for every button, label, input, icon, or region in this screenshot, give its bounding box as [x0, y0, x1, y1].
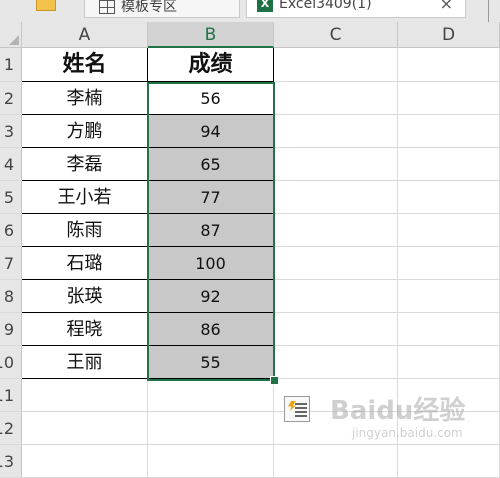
name-cell[interactable]: 石璐 [22, 247, 148, 280]
template-grid-icon [99, 0, 115, 14]
score-cell[interactable]: 65 [148, 148, 274, 181]
select-all-corner[interactable] [0, 22, 22, 48]
empty-cell[interactable] [398, 214, 500, 247]
empty-cell[interactable] [148, 412, 274, 445]
column-header-c[interactable]: C [274, 22, 398, 48]
empty-cell[interactable] [274, 82, 398, 115]
score-cell[interactable]: 92 [148, 280, 274, 313]
score-cell[interactable]: 94 [148, 115, 274, 148]
empty-cell[interactable] [398, 48, 500, 82]
name-cell[interactable]: 方鹏 [22, 115, 148, 148]
empty-cell[interactable] [398, 82, 500, 115]
column-header-a[interactable]: A [22, 22, 148, 48]
tab-bar: 模板专区 X Excel3409(1) × [0, 0, 500, 23]
empty-cell[interactable] [398, 148, 500, 181]
row-number: 12 [0, 419, 14, 438]
empty-cell[interactable] [148, 379, 274, 412]
empty-cell[interactable] [274, 214, 398, 247]
score-cell[interactable]: 86 [148, 313, 274, 346]
row-number: 7 [3, 254, 14, 273]
name-cell[interactable]: 陈雨 [22, 214, 148, 247]
name-cell[interactable]: 王小若 [22, 181, 148, 214]
empty-cell[interactable] [398, 346, 500, 379]
row-header-4[interactable]: 4 [0, 148, 22, 181]
row-header-9[interactable]: 9 [0, 313, 22, 346]
tab-workbook[interactable]: X Excel3409(1) × [246, 0, 466, 18]
empty-cell[interactable] [398, 181, 500, 214]
empty-cell[interactable] [274, 181, 398, 214]
empty-cell[interactable] [274, 115, 398, 148]
empty-cell[interactable] [398, 445, 500, 478]
empty-cell[interactable] [274, 346, 398, 379]
empty-cell[interactable] [274, 148, 398, 181]
header-cell-name[interactable]: 姓名 [22, 48, 148, 82]
row-header-7[interactable]: 7 [0, 247, 22, 280]
header-cell-score[interactable]: 成绩 [148, 48, 274, 82]
name-cell[interactable]: 张瑛 [22, 280, 148, 313]
row-number: 3 [3, 122, 14, 141]
row-header-10[interactable]: 10 [0, 346, 22, 379]
row-header-12[interactable]: 12 [0, 412, 22, 445]
empty-cell[interactable] [274, 313, 398, 346]
excel-icon: X [257, 0, 273, 12]
row-header-3[interactable]: 3 [0, 115, 22, 148]
row-header-11[interactable]: 11 [0, 379, 22, 412]
empty-cell[interactable] [398, 280, 500, 313]
empty-cell[interactable] [274, 48, 398, 82]
score-cell[interactable]: 55 [148, 346, 274, 379]
score-cell[interactable]: 77 [148, 181, 274, 214]
folder-icon[interactable] [36, 0, 56, 11]
empty-cell[interactable] [274, 445, 398, 478]
empty-cell[interactable] [22, 412, 148, 445]
tab-divider [488, 0, 489, 22]
empty-cell[interactable] [274, 280, 398, 313]
row-number: 9 [3, 320, 14, 339]
row-header-13[interactable]: 13 [0, 445, 22, 478]
row-number: 2 [3, 89, 14, 108]
tab-workbook-label: Excel3409(1) [279, 0, 372, 12]
empty-cell[interactable] [398, 379, 500, 412]
row-header-6[interactable]: 6 [0, 214, 22, 247]
row-header-8[interactable]: 8 [0, 280, 22, 313]
empty-cell[interactable] [274, 247, 398, 280]
name-cell[interactable]: 李磊 [22, 148, 148, 181]
name-cell[interactable]: 程晓 [22, 313, 148, 346]
name-cell[interactable]: 李楠 [22, 82, 148, 115]
row-number: 13 [0, 452, 14, 471]
name-cell[interactable]: 王丽 [22, 346, 148, 379]
row-number: 4 [3, 155, 14, 174]
quick-analysis-button[interactable] [284, 396, 310, 422]
score-cell[interactable]: 100 [148, 247, 274, 280]
empty-cell[interactable] [398, 115, 500, 148]
tab-templates[interactable]: 模板专区 [84, 0, 240, 18]
row-header-1[interactable]: 1 [0, 48, 22, 82]
column-header-d[interactable]: D [398, 22, 500, 48]
empty-cell[interactable] [22, 445, 148, 478]
table-lines-icon [295, 403, 307, 417]
row-number: 11 [0, 386, 14, 405]
score-cell[interactable]: 56 [148, 82, 274, 115]
empty-cell[interactable] [148, 445, 274, 478]
column-header-b[interactable]: B [148, 22, 274, 48]
score-cell[interactable]: 87 [148, 214, 274, 247]
row-number: 6 [3, 221, 14, 240]
row-number: 10 [0, 353, 14, 372]
fill-handle[interactable] [270, 376, 279, 385]
close-icon[interactable]: × [440, 0, 453, 13]
row-number: 8 [3, 287, 14, 306]
row-number: 1 [3, 55, 14, 74]
row-header-5[interactable]: 5 [0, 181, 22, 214]
empty-cell[interactable] [398, 412, 500, 445]
tab-templates-label: 模板专区 [121, 0, 177, 15]
empty-cell[interactable] [22, 379, 148, 412]
empty-cell[interactable] [398, 247, 500, 280]
row-number: 5 [3, 188, 14, 207]
empty-cell[interactable] [398, 313, 500, 346]
row-header-2[interactable]: 2 [0, 82, 22, 115]
spreadsheet-grid: A B C D 1 姓名 成绩 2 李楠 56 3 方鹏 94 4 李磊 65 5 王小若 77 6 陈雨 87 7… [0, 22, 500, 478]
